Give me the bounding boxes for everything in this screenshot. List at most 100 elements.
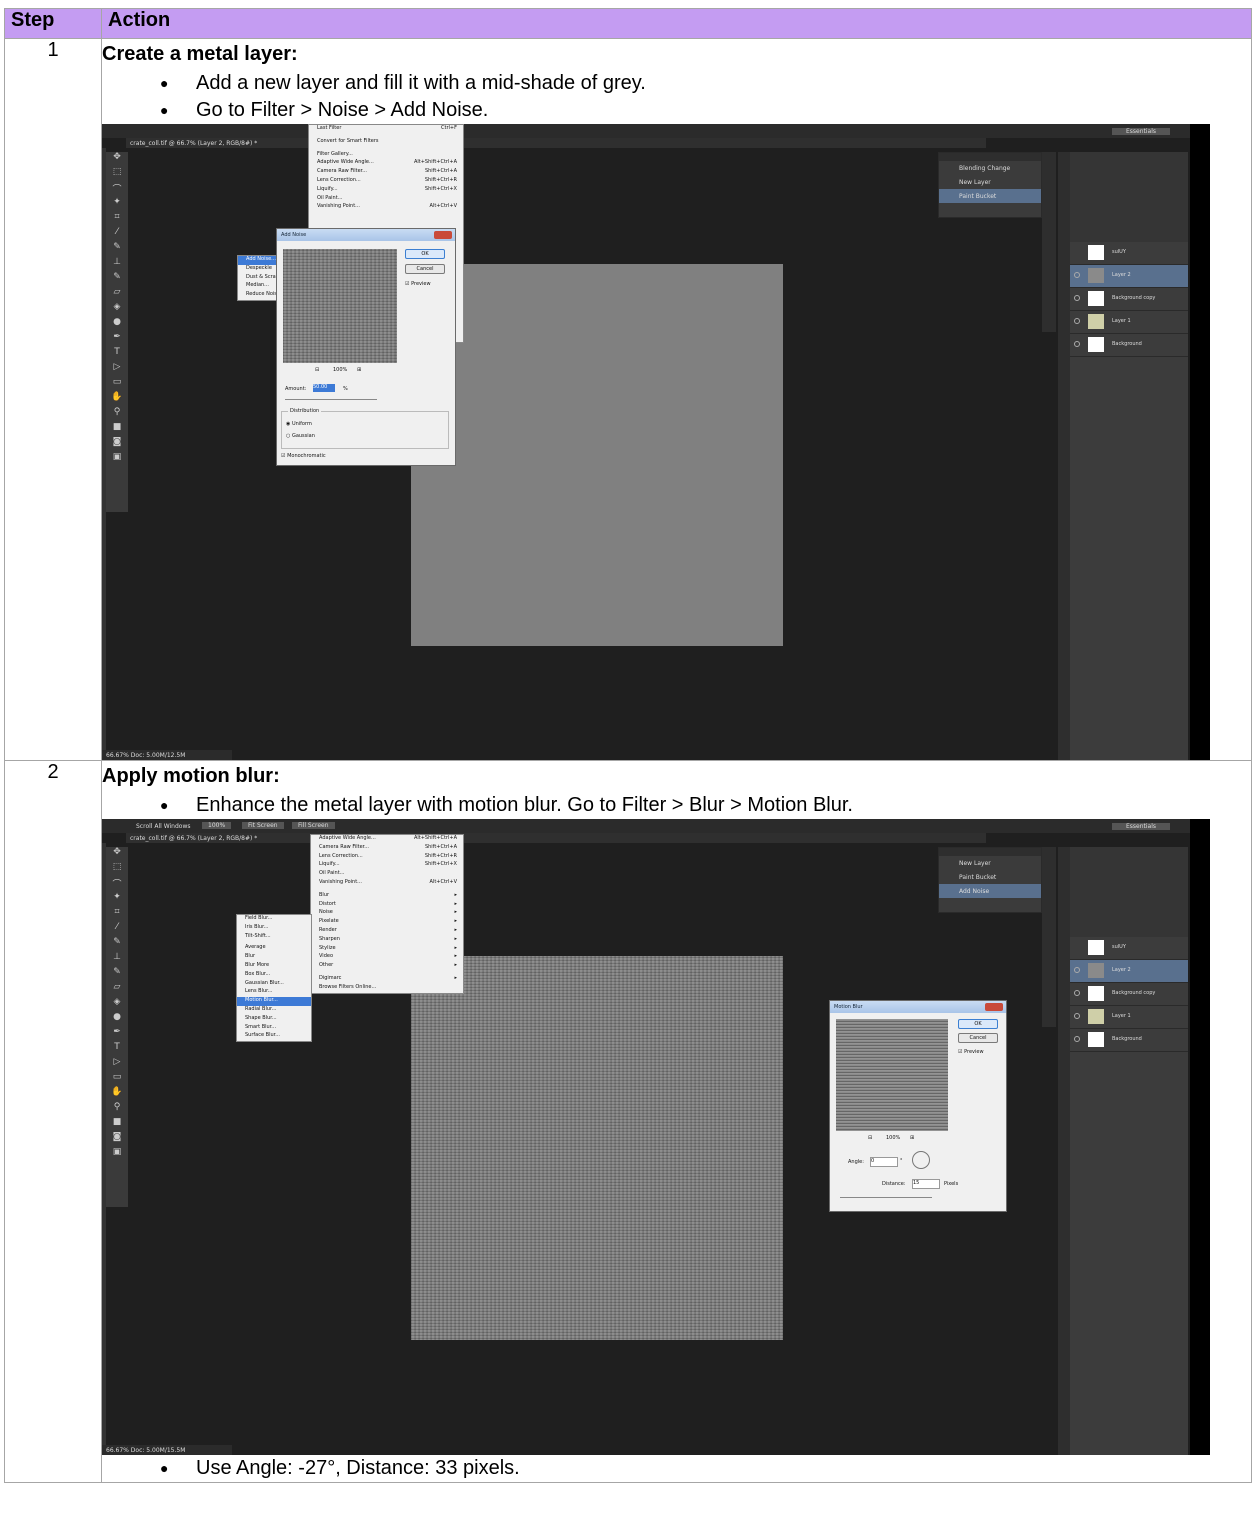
menu-item[interactable]: Lens Correction... Shift+Ctrl+R <box>311 853 463 862</box>
menu-item[interactable]: Adaptive Wide Angle... Alt+Shift+Ctrl+A <box>311 835 463 844</box>
menu-item[interactable]: Tilt-Shift... <box>237 933 311 942</box>
menu-item[interactable]: Blur ▸ <box>311 892 463 901</box>
zoom-in-icon[interactable]: ⊞ <box>357 367 361 373</box>
wand-tool-icon[interactable]: ✦ <box>106 892 128 907</box>
menu-item[interactable]: Lens Correction... Shift+Ctrl+R <box>309 177 463 186</box>
menu-item[interactable]: Surface Blur... <box>237 1032 311 1041</box>
uniform-radio[interactable]: ◉ Uniform <box>286 421 312 427</box>
stamp-tool-icon[interactable]: ⊥ <box>106 952 128 967</box>
brush-tool-icon[interactable]: ✎ <box>106 242 128 257</box>
color-swatch-icon[interactable]: ■ <box>106 1117 128 1132</box>
marquee-tool-icon[interactable]: ⬚ <box>106 167 128 182</box>
layer-row[interactable]: Layer 1 <box>1070 311 1188 334</box>
menu-item[interactable]: Digimarc ▸ <box>311 975 463 984</box>
menu-item[interactable]: Camera Raw Filter... Shift+Ctrl+A <box>311 844 463 853</box>
menu-item[interactable]: Render ▸ <box>311 927 463 936</box>
screen-mode-icon[interactable]: ▣ <box>106 1147 128 1162</box>
menu-item[interactable]: Convert for Smart Filters <box>309 138 463 147</box>
pen-tool-icon[interactable]: ✒ <box>106 1027 128 1042</box>
menu-item[interactable]: Dust & Scratches... <box>238 274 294 283</box>
layer-row[interactable]: Layer 2 <box>1070 265 1188 288</box>
eraser-tool-icon[interactable]: ▱ <box>106 982 128 997</box>
history-item[interactable]: New Layer <box>939 175 1041 189</box>
pen-tool-icon[interactable]: ✒ <box>106 332 128 347</box>
gaussian-radio[interactable]: ○ Gaussian <box>286 433 315 439</box>
menu-item-motion-blur[interactable]: Motion Blur... <box>237 997 311 1006</box>
move-tool-icon[interactable]: ✥ <box>106 847 128 862</box>
menu-item[interactable]: Oil Paint... <box>311 870 463 879</box>
lasso-tool-icon[interactable]: ⌒ <box>106 877 128 892</box>
angle-field[interactable]: 0 <box>870 1157 898 1167</box>
zoom-tool-icon[interactable]: ⚲ <box>106 407 128 422</box>
dodge-tool-icon[interactable]: ● <box>106 317 128 332</box>
menu-item[interactable]: Liquify... Shift+Ctrl+X <box>309 186 463 195</box>
bucket-tool-icon[interactable]: ◈ <box>106 302 128 317</box>
screen-mode-icon[interactable]: ▣ <box>106 452 128 467</box>
hand-tool-icon[interactable]: ✋ <box>106 1087 128 1102</box>
layer-row[interactable]: sulUY <box>1070 937 1188 960</box>
menu-item[interactable]: Blur <box>237 953 311 962</box>
menu-item[interactable]: Sharpen ▸ <box>311 936 463 945</box>
marquee-tool-icon[interactable]: ⬚ <box>106 862 128 877</box>
menu-item[interactable]: Average <box>237 944 311 953</box>
menu-item[interactable]: Reduce Noise... <box>238 291 285 300</box>
crop-tool-icon[interactable]: ⌗ <box>106 212 128 227</box>
menu-item[interactable]: Other ▸ <box>311 962 463 971</box>
layer-row[interactable]: Layer 1 <box>1070 1006 1188 1029</box>
menu-item[interactable]: Adaptive Wide Angle... Alt+Shift+Ctrl+A <box>309 159 463 168</box>
monochromatic-checkbox[interactable]: ☑ Monochromatic <box>281 453 326 459</box>
menu-item-add-noise[interactable]: Add Noise... <box>238 256 278 265</box>
menu-item[interactable]: Radial Blur... <box>237 1006 311 1015</box>
dodge-tool-icon[interactable]: ● <box>106 1012 128 1027</box>
menu-item[interactable]: Smart Blur... <box>237 1024 311 1033</box>
amount-field[interactable]: 50.00 <box>313 384 335 392</box>
menu-item[interactable]: Field Blur... <box>237 915 311 924</box>
type-tool-icon[interactable]: T <box>106 1042 128 1057</box>
move-tool-icon[interactable]: ✥ <box>106 152 128 167</box>
menu-item[interactable]: Filter Gallery... <box>309 151 463 160</box>
shape-tool-icon[interactable]: ▭ <box>106 377 128 392</box>
shape-tool-icon[interactable]: ▭ <box>106 1072 128 1087</box>
path-select-icon[interactable]: ▷ <box>106 1057 128 1072</box>
history-brush-icon[interactable]: ✎ <box>106 967 128 982</box>
lasso-tool-icon[interactable]: ⌒ <box>106 182 128 197</box>
layer-row[interactable]: Background copy <box>1070 983 1188 1006</box>
preview-checkbox[interactable]: ☑ Preview <box>405 281 431 287</box>
menu-item[interactable]: Stylize ▸ <box>311 945 463 954</box>
zoom-out-icon[interactable]: ⊟ <box>315 367 319 373</box>
history-item[interactable]: Paint Bucket <box>939 189 1041 203</box>
eyedropper-tool-icon[interactable]: ⁄ <box>106 922 128 937</box>
history-item[interactable]: Add Noise <box>939 884 1041 898</box>
zoom-tool-icon[interactable]: ⚲ <box>106 1102 128 1117</box>
brush-tool-icon[interactable]: ✎ <box>106 937 128 952</box>
menu-item[interactable]: Oil Paint... <box>309 195 463 204</box>
menu-item[interactable]: Last Filter Ctrl+F <box>309 125 463 134</box>
layer-row[interactable]: Background <box>1070 1029 1188 1052</box>
history-item[interactable]: Blending Change <box>939 161 1041 175</box>
bucket-tool-icon[interactable]: ◈ <box>106 997 128 1012</box>
zoom-in-icon[interactable]: ⊞ <box>910 1135 914 1141</box>
menu-item[interactable]: Box Blur... <box>237 971 311 980</box>
amount-slider[interactable] <box>285 399 377 400</box>
ok-button[interactable]: OK <box>405 249 445 259</box>
menu-item[interactable]: Browse Filters Online... <box>311 984 463 993</box>
quick-mask-icon[interactable]: ◙ <box>106 1132 128 1147</box>
history-brush-icon[interactable]: ✎ <box>106 272 128 287</box>
cancel-button[interactable]: Cancel <box>958 1033 998 1043</box>
crop-tool-icon[interactable]: ⌗ <box>106 907 128 922</box>
eraser-tool-icon[interactable]: ▱ <box>106 287 128 302</box>
quick-mask-icon[interactable]: ◙ <box>106 437 128 452</box>
history-item[interactable]: Paint Bucket <box>939 870 1041 884</box>
layer-row[interactable]: Layer 2 <box>1070 960 1188 983</box>
menu-item[interactable]: Camera Raw Filter... Shift+Ctrl+A <box>309 168 463 177</box>
distance-field[interactable]: 15 <box>912 1179 940 1189</box>
distance-slider[interactable] <box>840 1197 932 1198</box>
path-select-icon[interactable]: ▷ <box>106 362 128 377</box>
menu-item[interactable]: Despeckle <box>238 265 278 274</box>
layer-row[interactable]: Background copy <box>1070 288 1188 311</box>
eyedropper-tool-icon[interactable]: ⁄ <box>106 227 128 242</box>
close-icon[interactable] <box>434 231 452 239</box>
zoom-out-icon[interactable]: ⊟ <box>868 1135 872 1141</box>
layer-row[interactable]: sulUY <box>1070 242 1188 265</box>
menu-item[interactable]: Iris Blur... <box>237 924 311 933</box>
